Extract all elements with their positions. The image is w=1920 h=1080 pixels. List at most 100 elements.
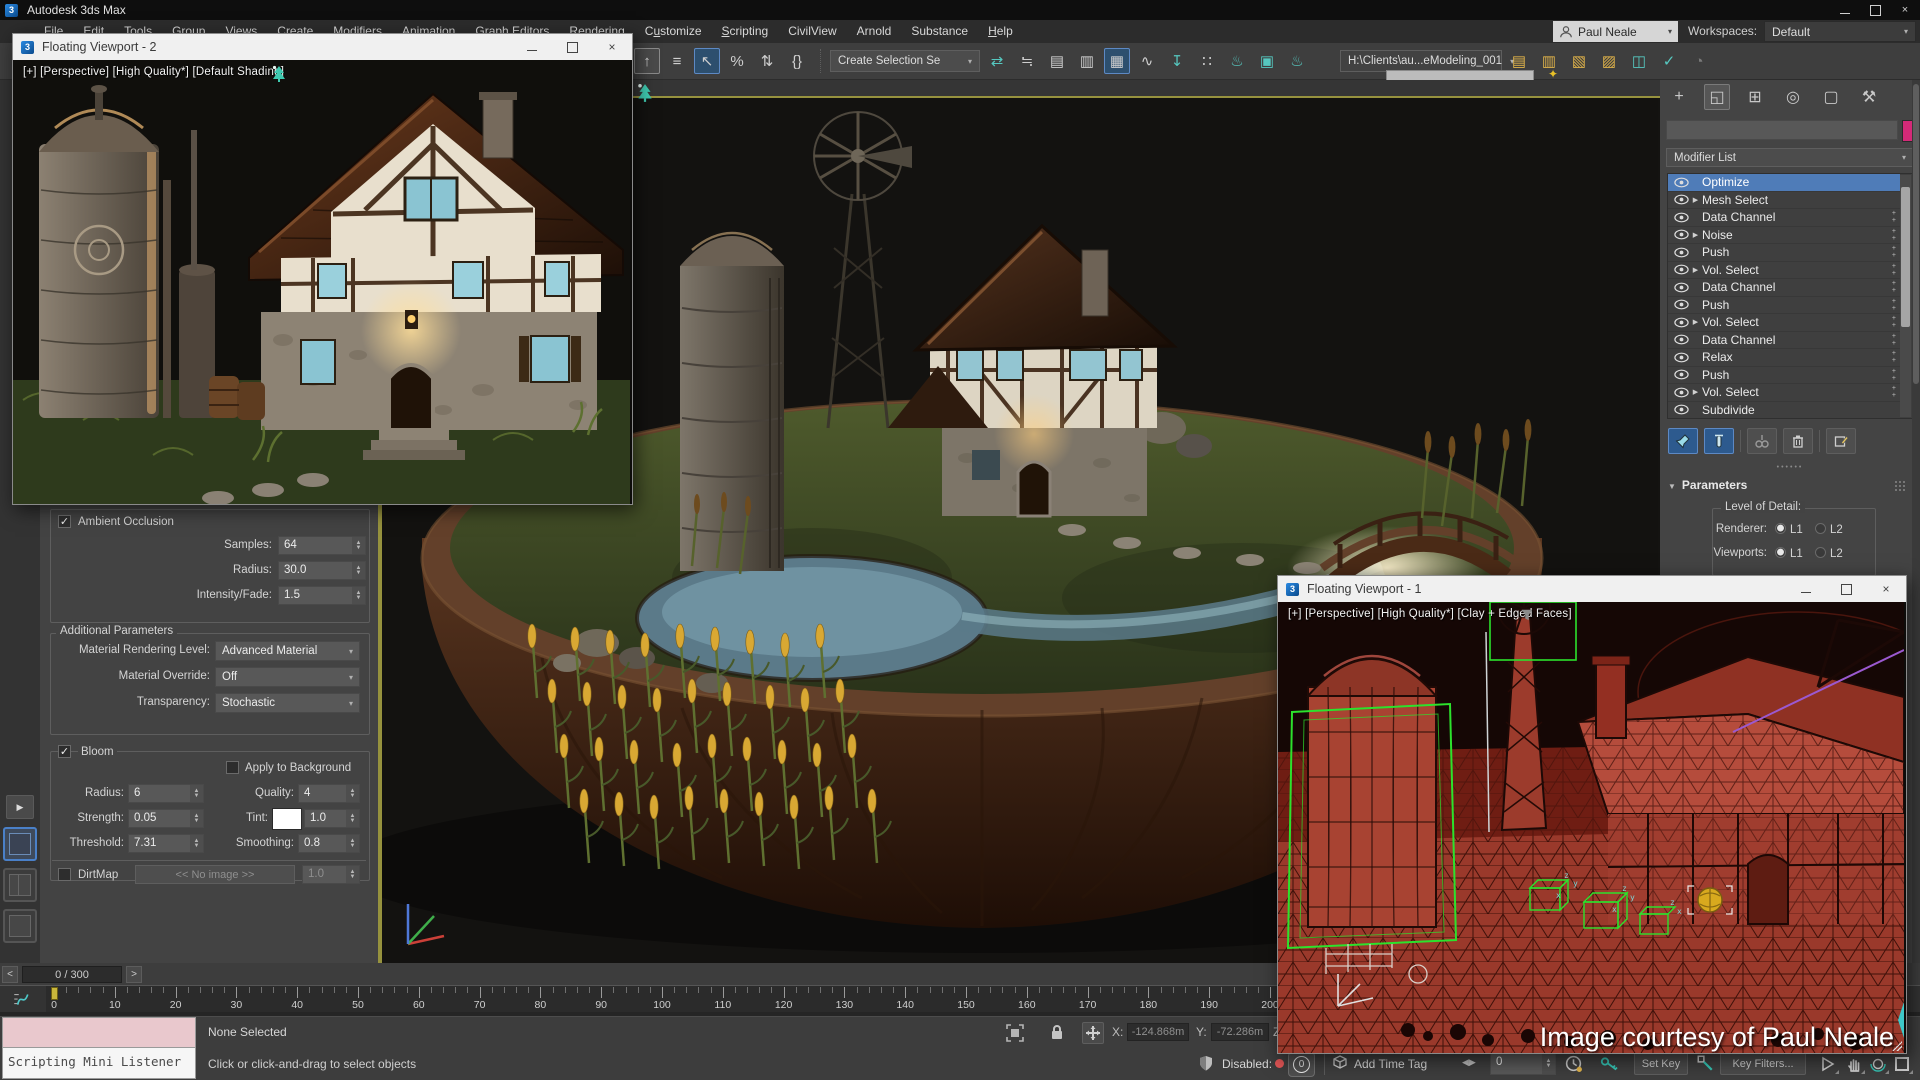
scene-explorer-button[interactable]: ▤	[1044, 48, 1070, 74]
render-production-button[interactable]: ♨	[1284, 48, 1310, 74]
pan-view-button[interactable]	[1842, 1052, 1866, 1075]
fov-tool-button[interactable]	[1816, 1052, 1840, 1075]
select-object-button[interactable]: ↖	[694, 48, 720, 74]
next-frame-button[interactable]: >	[126, 966, 142, 983]
key-step-arrows-icon[interactable]: ◀▶	[1462, 1057, 1476, 1068]
threshold-spinner[interactable]: 7.31	[128, 834, 204, 853]
strength-spinner[interactable]: 0.05	[128, 809, 204, 828]
key-mode-icon[interactable]	[1696, 1054, 1714, 1072]
window-maximize-button[interactable]	[1860, 0, 1890, 20]
maxscript-editor-button[interactable]: {}	[784, 48, 810, 74]
modifier-vol-select[interactable]: ▶Vol. Select++	[1668, 262, 1900, 280]
viewports-l1-radio[interactable]	[1775, 547, 1786, 558]
snaps-toggle-button[interactable]: ⇅	[754, 48, 780, 74]
layout-flyout-button[interactable]: ▶	[6, 795, 34, 819]
isolate-selection-icon[interactable]	[1005, 1023, 1025, 1043]
modifier-push[interactable]: Push++	[1668, 367, 1900, 385]
link-scene-button[interactable]: ▧	[1566, 48, 1592, 74]
timeline-ruler[interactable]: 0102030405060708090100110120130140150160…	[46, 986, 1306, 1013]
show-end-result-button[interactable]	[1704, 428, 1734, 454]
intensity-fade-spinner[interactable]: 1.5	[278, 586, 366, 605]
select-place-button[interactable]: ↑	[634, 48, 660, 74]
samples-spinner[interactable]: 64	[278, 536, 366, 555]
floating-viewport-1-canvas[interactable]: [+] [Perspective] [High Quality*] [Clay …	[1278, 602, 1904, 1053]
bloom-radius-spinner[interactable]: 6	[128, 784, 204, 803]
modifier-list-dropdown[interactable]: Modifier List	[1666, 148, 1914, 167]
modifier-noise[interactable]: ▶Noise++	[1668, 227, 1900, 245]
utilities-tab[interactable]: ⚒	[1856, 84, 1882, 110]
motion-tab[interactable]: ◎	[1780, 84, 1806, 110]
workspace-dropdown[interactable]: Default	[1764, 21, 1916, 42]
current-frame-spinner[interactable]: 0	[1490, 1053, 1556, 1075]
scene-health-button[interactable]: ✓	[1656, 48, 1682, 74]
select-by-name-button[interactable]: ≡	[664, 48, 690, 74]
minimize-icon[interactable]	[512, 34, 552, 60]
viewports-l2-radio[interactable]	[1815, 547, 1826, 558]
menu-substance[interactable]: Substance	[901, 20, 978, 43]
panel-splitter[interactable]: ••••••	[1660, 464, 1920, 472]
transform-type-in-icon[interactable]	[1082, 1022, 1104, 1044]
tint-amount-spinner[interactable]: 1.0	[304, 809, 360, 828]
modifier-mesh-select[interactable]: ▶Mesh Select	[1668, 192, 1900, 210]
floating-viewport-2-canvas[interactable]: [+] [Perspective] [High Quality*] [Defau…	[13, 60, 630, 504]
modifier-optimize[interactable]: Optimize	[1668, 174, 1900, 192]
orbit-view-button[interactable]	[1866, 1052, 1890, 1075]
rendered-frame-button[interactable]: ▣	[1254, 48, 1280, 74]
renderer-l1-radio[interactable]	[1775, 523, 1786, 534]
mirror-button[interactable]: ⇄	[984, 48, 1010, 74]
bloom-checkbox[interactable]	[58, 745, 71, 758]
modifier-subdivide[interactable]: Subdivide	[1668, 402, 1900, 420]
ao-radius-spinner[interactable]: 30.0	[278, 561, 366, 580]
resize-grip[interactable]	[1892, 1041, 1902, 1051]
floating-viewport-1-window[interactable]: 3 Floating Viewport - 1 × [+] [Perspecti…	[1277, 575, 1907, 1054]
menu-civilview[interactable]: CivilView	[778, 20, 846, 43]
quality-spinner[interactable]: 4	[298, 784, 360, 803]
error-count-button[interactable]: 0	[1288, 1052, 1315, 1077]
modifier-data-channel[interactable]: Data Channel++	[1668, 209, 1900, 227]
select-percent-button[interactable]: %	[724, 48, 750, 74]
menu-arnold[interactable]: Arnold	[847, 20, 902, 43]
floating-viewport-2-window[interactable]: 3 Floating Viewport - 2 × [+] [Perspecti…	[12, 33, 633, 505]
curve-editor-button[interactable]: ∿	[1134, 48, 1160, 74]
align-button[interactable]: ≒	[1014, 48, 1040, 74]
window-close-button[interactable]: ×	[1890, 0, 1920, 20]
object-name-field[interactable]	[1666, 120, 1898, 140]
parameters-rollout-header[interactable]: ▼Parameters	[1668, 478, 1747, 492]
layout-tab-single-2[interactable]	[3, 909, 37, 943]
modifier-vol-select[interactable]: ▶Vol. Select++	[1668, 314, 1900, 332]
layout-tab-split[interactable]	[3, 868, 37, 902]
modifier-vol-select[interactable]: ▶Vol. Select++	[1668, 384, 1900, 402]
maximize-icon[interactable]	[552, 34, 592, 60]
viewport-label[interactable]: [+] [Perspective] [High Quality*] [Defau…	[23, 66, 284, 78]
dope-sheet-button[interactable]: ↧	[1164, 48, 1190, 74]
floating-viewport-1-titlebar[interactable]: 3 Floating Viewport - 1 ×	[1278, 576, 1906, 602]
maxscript-mini-listener[interactable]: Scripting Mini Listener	[2, 1017, 196, 1079]
x-coordinate-field[interactable]: -124.868m	[1127, 1023, 1189, 1041]
selection-lock-icon[interactable]	[1048, 1023, 1066, 1041]
project-path-dropdown[interactable]: H:\Clients\au...eModeling_001	[1340, 50, 1502, 72]
menu-scripting[interactable]: Scripting	[712, 20, 779, 43]
history-button[interactable]: ◔	[1686, 48, 1712, 74]
time-configuration-icon[interactable]	[1564, 1054, 1583, 1073]
create-tab[interactable]: +	[1666, 84, 1692, 110]
current-frame-marker[interactable]	[51, 987, 58, 1000]
window-minimize-button[interactable]	[1830, 0, 1860, 20]
floating-viewport-2-titlebar[interactable]: 3 Floating Viewport - 2 ×	[13, 34, 632, 60]
stack-scrollbar[interactable]	[1900, 175, 1911, 417]
ambient-occlusion-checkbox[interactable]	[58, 515, 71, 528]
tint-color-swatch[interactable]	[272, 808, 302, 830]
selection-set-dropdown[interactable]: Create Selection Se	[830, 50, 980, 72]
smoothing-spinner[interactable]: 0.8	[298, 834, 360, 853]
dirtmap-amount-spinner[interactable]: 1.0	[302, 865, 360, 884]
modifier-push[interactable]: Push++	[1668, 244, 1900, 262]
y-coordinate-field[interactable]: -72.286m	[1211, 1023, 1269, 1041]
make-unique-button[interactable]	[1747, 428, 1777, 454]
ribbon-toggle-button[interactable]: ▦	[1104, 48, 1130, 74]
transparency-dropdown[interactable]: Stochastic	[215, 693, 360, 713]
shield-icon[interactable]	[1198, 1055, 1214, 1072]
modifier-data-channel[interactable]: Data Channel++	[1668, 279, 1900, 297]
pin-stack-button[interactable]	[1668, 428, 1698, 454]
hierarchy-tab[interactable]: ⊞	[1742, 84, 1768, 110]
set-keys-icon[interactable]	[1600, 1054, 1620, 1073]
key-filters-button[interactable]: Key Filters...	[1720, 1052, 1806, 1075]
